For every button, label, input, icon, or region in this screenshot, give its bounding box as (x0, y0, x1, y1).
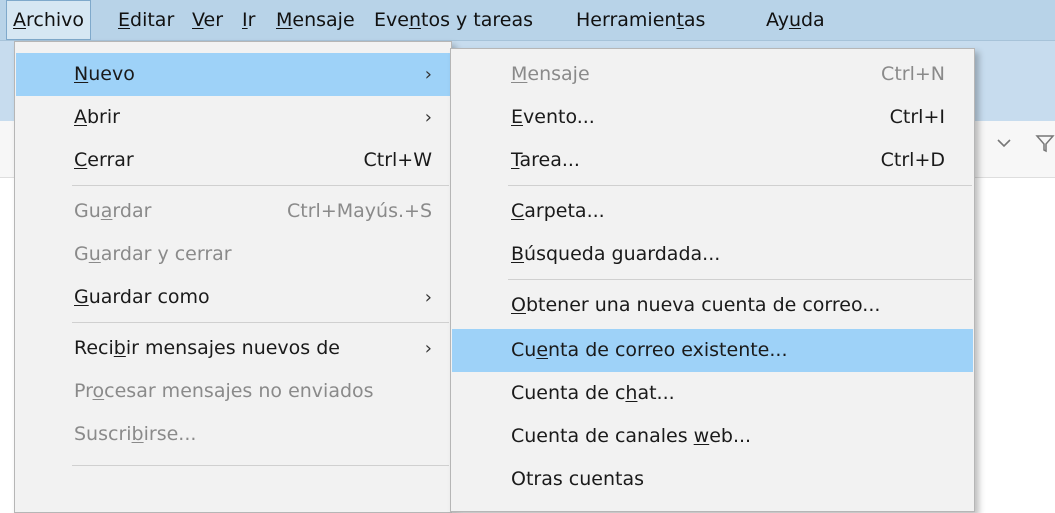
menu-ayuda[interactable]: Ayuda (760, 0, 831, 40)
chevron-right-icon: › (424, 338, 432, 359)
menu-item-abrir[interactable]: Abrir › (16, 96, 450, 139)
shortcut-label: Ctrl+N (881, 63, 945, 85)
menu-eventos-y-tareas[interactable]: Eventos y tareas (368, 0, 539, 40)
separator (72, 322, 449, 323)
menu-item-cerrar[interactable]: Cerrar Ctrl+W (16, 139, 450, 182)
separator (508, 279, 972, 280)
submenu-item-otras-cuentas[interactable]: Otras cuentas (452, 458, 973, 501)
shortcut-label: Ctrl+Mayús.+S (287, 200, 432, 222)
menu-item-guardar-como[interactable]: Guardar como › (16, 276, 450, 319)
submenu-item-mensaje: Mensaje Ctrl+N (452, 53, 973, 96)
menu-item-procesar-no-enviados: Procesar mensajes no enviados (74, 380, 374, 402)
shortcut-label: Ctrl+W (363, 149, 432, 171)
archivo-menu: Nuevo › Abrir › Cerrar Ctrl+W Guardar Ct… (14, 41, 452, 513)
submenu-item-carpeta[interactable]: Carpeta... (452, 190, 973, 233)
submenu-item-cuenta-correo-existente[interactable]: Cuenta de correo existente... (452, 329, 973, 372)
chevron-right-icon: › (424, 107, 432, 128)
menubar: Archivo Editar Ver Ir Mensaje Eventos y … (0, 0, 1055, 41)
submenu-item-evento[interactable]: Evento... Ctrl+I (452, 96, 973, 139)
submenu-item-cuenta-canales-web[interactable]: Cuenta de canales web... (452, 415, 973, 458)
menu-editar[interactable]: Editar (112, 0, 180, 40)
separator (72, 185, 449, 186)
shortcut-label: Ctrl+D (880, 149, 945, 171)
nuevo-submenu: Mensaje Ctrl+N Evento... Ctrl+I Tarea...… (450, 48, 975, 512)
menu-item-suscribirse: Suscribirse... (74, 423, 197, 445)
menu-item-nuevo[interactable]: Nuevo › (16, 53, 450, 96)
submenu-item-cuenta-chat[interactable]: Cuenta de chat... (452, 372, 973, 415)
menu-archivo[interactable]: Archivo (6, 0, 92, 40)
shortcut-label: Ctrl+I (889, 106, 945, 128)
menu-mensaje[interactable]: Mensaje (270, 0, 361, 40)
submenu-item-busqueda-guardada[interactable]: Búsqueda guardada... (452, 233, 973, 276)
menu-ir[interactable]: Ir (236, 0, 261, 40)
submenu-item-tarea[interactable]: Tarea... Ctrl+D (452, 139, 973, 182)
filter-icon[interactable] (1034, 132, 1055, 154)
menu-ver[interactable]: Ver (186, 0, 229, 40)
chevron-down-icon[interactable] (993, 132, 1015, 154)
chevron-right-icon: › (424, 287, 432, 308)
menu-herramientas[interactable]: Herramientas (570, 0, 711, 40)
separator (508, 185, 972, 186)
menu-item-guardar-y-cerrar: Guardar y cerrar (74, 243, 232, 265)
menu-item-guardar: Guardar Ctrl+Mayús.+S (16, 190, 450, 233)
chevron-right-icon: › (424, 64, 432, 85)
submenu-item-obtener-nueva-cuenta[interactable]: Obtener una nueva cuenta de correo... (452, 284, 973, 327)
menu-item-recibir-mensajes[interactable]: Recibir mensajes nuevos de › (16, 327, 450, 370)
separator (72, 465, 449, 466)
